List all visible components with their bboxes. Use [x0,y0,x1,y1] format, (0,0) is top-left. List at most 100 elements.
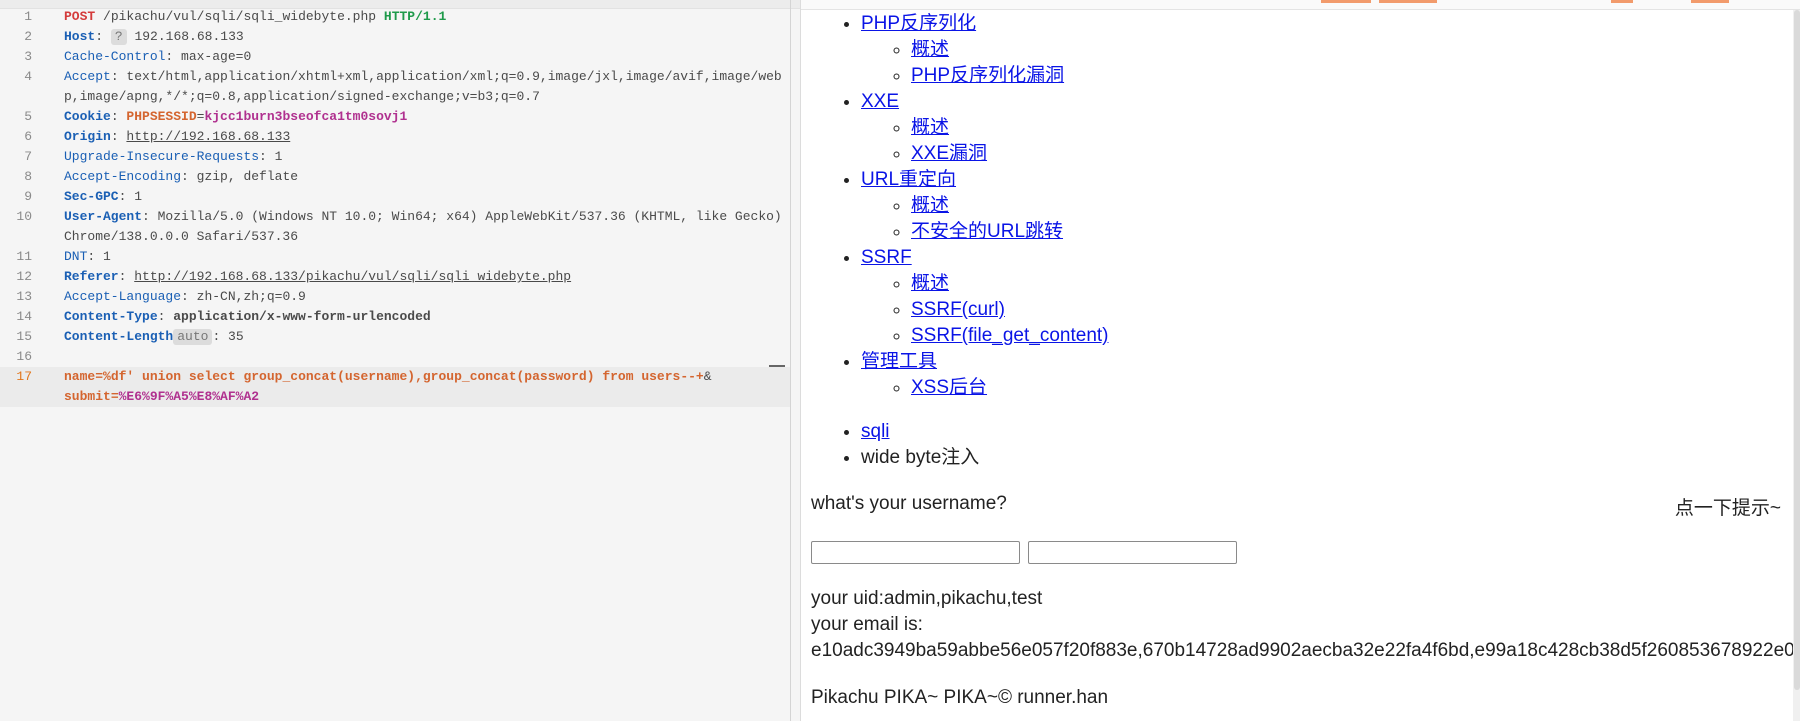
header-line[interactable]: 4 Accept: text/html,application/xhtml+xm… [0,67,790,107]
page-footer: Pikachu PIKA~ PIKA~© runner.han [811,687,1109,708]
header-line[interactable]: 9 Sec-GPC: 1 [0,187,790,207]
submit-input[interactable] [1028,541,1237,564]
menu-link[interactable]: SSRF [861,247,912,268]
blank-line[interactable]: 16 [0,347,790,367]
header-name: Cookie [64,109,111,124]
submenu: 概述 PHP反序列化漏洞 [861,37,1109,89]
referer-link[interactable]: http://192.168.68.133/pikachu/vul/sqli/s… [134,269,571,284]
menu-link[interactable]: XXE [861,91,899,112]
header-name: Origin [64,129,111,144]
param-name: submit [64,389,111,404]
submenu: 概述 XXE漏洞 [861,115,1109,167]
menu-link[interactable]: URL重定向 [861,169,956,190]
menu-item: URL重定向概述不安全的URL跳转 [861,167,1109,245]
submenu: 概述不安全的URL跳转 [861,193,1109,245]
header-value: 192.168.68.133 [134,29,244,44]
submenu-item: 概述 [911,37,1109,63]
header-value: zh-CN,zh;q=0.9 [196,289,306,304]
breadcrumb-link-sqli[interactable]: sqli [861,421,890,442]
header-value: max-age=0 [181,49,252,64]
hint-link[interactable]: 点一下提示~ [1675,493,1781,520]
header-line[interactable]: 12 Referer: http://192.168.68.133/pikach… [0,267,790,287]
line-number: 2 [24,29,32,44]
header-line[interactable]: 7 Upgrade-Insecure-Requests: 1 [0,147,790,167]
content-length-auto-badge[interactable]: auto [173,329,213,345]
header-line[interactable]: 2 Host: ? 192.168.68.133 [0,27,790,47]
top-strip-accent [1611,0,1633,3]
header-value: text/html,application/xhtml+xml,applicat… [64,69,782,104]
submenu-item: 不安全的URL跳转 [911,219,1109,245]
header-name: Sec-GPC [64,189,119,204]
line-number: 14 [16,309,32,324]
submenu-item: SSRF(curl) [911,297,1109,323]
header-line[interactable]: 11 DNT: 1 [0,247,790,267]
menu-item: PHP反序列化概述 PHP反序列化漏洞 [861,11,1109,89]
header-line[interactable]: 5 Cookie: PHPSESSID=kjcc1burn3bseofca1tm… [0,107,790,127]
username-input[interactable] [811,541,1020,564]
menu-link[interactable]: 管理工具 [861,351,937,372]
cookie-name: PHPSESSID [126,109,197,124]
header-line[interactable]: 14 Content-Type: application/x-www-form-… [0,307,790,327]
origin-link[interactable]: http://192.168.68.133 [126,129,290,144]
submenu-link[interactable]: 概述 [911,195,949,216]
line-number: 4 [24,69,32,84]
menu-link[interactable]: PHP反序列化 [861,13,976,34]
submenu-link[interactable]: SSRF(file_get_content) [911,325,1109,346]
vertical-scrollbar[interactable] [1793,10,1800,721]
submenu: XSS后台 [861,375,1109,401]
line-number: 17 [16,369,32,384]
header-line[interactable]: 3 Cache-Control: max-age=0 [0,47,790,67]
line-number: 12 [16,269,32,284]
submenu-item: PHP反序列化漏洞 [911,63,1109,89]
line-number: 16 [16,349,32,364]
request-path: /pikachu/vul/sqli/sqli_widebyte.php [103,9,377,24]
header-value: 1 [134,189,143,204]
pane-splitter-handle[interactable] [769,365,785,367]
submenu: 概述 SSRF(curl) SSRF(file_get_content) [861,271,1109,349]
header-value: 1 [103,249,111,264]
submenu-item: XSS后台 [911,375,1109,401]
header-value: 1 [274,149,283,164]
line-number: 6 [24,129,32,144]
menu-item: XXE 概述 XXE漏洞 [861,89,1109,167]
header-line[interactable]: 8 Accept-Encoding: gzip, deflate [0,167,790,187]
http-method: POST [64,9,96,24]
line-number: 3 [24,49,32,64]
header-value: application/x-www-form-urlencoded [173,309,431,324]
submenu-link[interactable]: XXE漏洞 [911,143,987,164]
submenu-link[interactable]: 概述 [911,39,949,60]
menu-item: 管理工具 XSS后台 [861,349,1109,401]
request-editor[interactable]: 1 POST /pikachu/vul/sqli/sqli_widebyte.p… [0,0,800,721]
host-badge[interactable]: ? [110,29,127,45]
scrollbar-thumb[interactable] [1794,10,1800,690]
breadcrumb: sqli wide byte注入 [801,419,979,471]
header-name: Content-Length [64,329,174,344]
header-value: gzip, deflate [196,169,299,184]
line-number: 8 [24,169,32,184]
submenu-link[interactable]: SSRF(curl) [911,299,1005,320]
pane-divider [790,0,791,721]
header-name: DNT [64,249,88,264]
header-line[interactable]: 10 User-Agent: Mozilla/5.0 (Windows NT 1… [0,207,790,247]
submenu-item: 概述 [911,193,1109,219]
param-name: name [64,369,96,384]
header-name: Upgrade-Insecure-Requests [64,149,260,164]
header-name: Content-Type [64,309,158,324]
header-name: Referer [64,269,119,284]
submenu-link[interactable]: 概述 [911,117,949,138]
line-number: 9 [24,189,32,204]
request-line[interactable]: 1 POST /pikachu/vul/sqli/sqli_widebyte.p… [0,7,790,27]
line-number: 10 [16,209,32,224]
submenu-link[interactable]: 概述 [911,273,949,294]
header-line[interactable]: 13 Accept-Language: zh-CN,zh;q=0.9 [0,287,790,307]
submenu-link[interactable]: 不安全的URL跳转 [911,221,1063,242]
side-menu: PHP反序列化概述PHP反序列化漏洞XXE概述XXE漏洞URL重定向概述不安全的… [801,11,1109,401]
line-number: 1 [24,9,32,24]
request-lines[interactable]: 1 POST /pikachu/vul/sqli/sqli_widebyte.p… [0,7,790,407]
header-value: Mozilla/5.0 (Windows NT 10.0; Win64; x64… [64,209,790,244]
header-line[interactable]: 15 Content-Length auto: 35 [0,327,790,347]
submenu-link[interactable]: XSS后台 [911,377,987,398]
header-line[interactable]: 6 Origin: http://192.168.68.133 [0,127,790,147]
submenu-link[interactable]: PHP反序列化漏洞 [911,65,1064,86]
body-line[interactable]: 17 name=%df' union select group_concat(u… [0,367,790,407]
